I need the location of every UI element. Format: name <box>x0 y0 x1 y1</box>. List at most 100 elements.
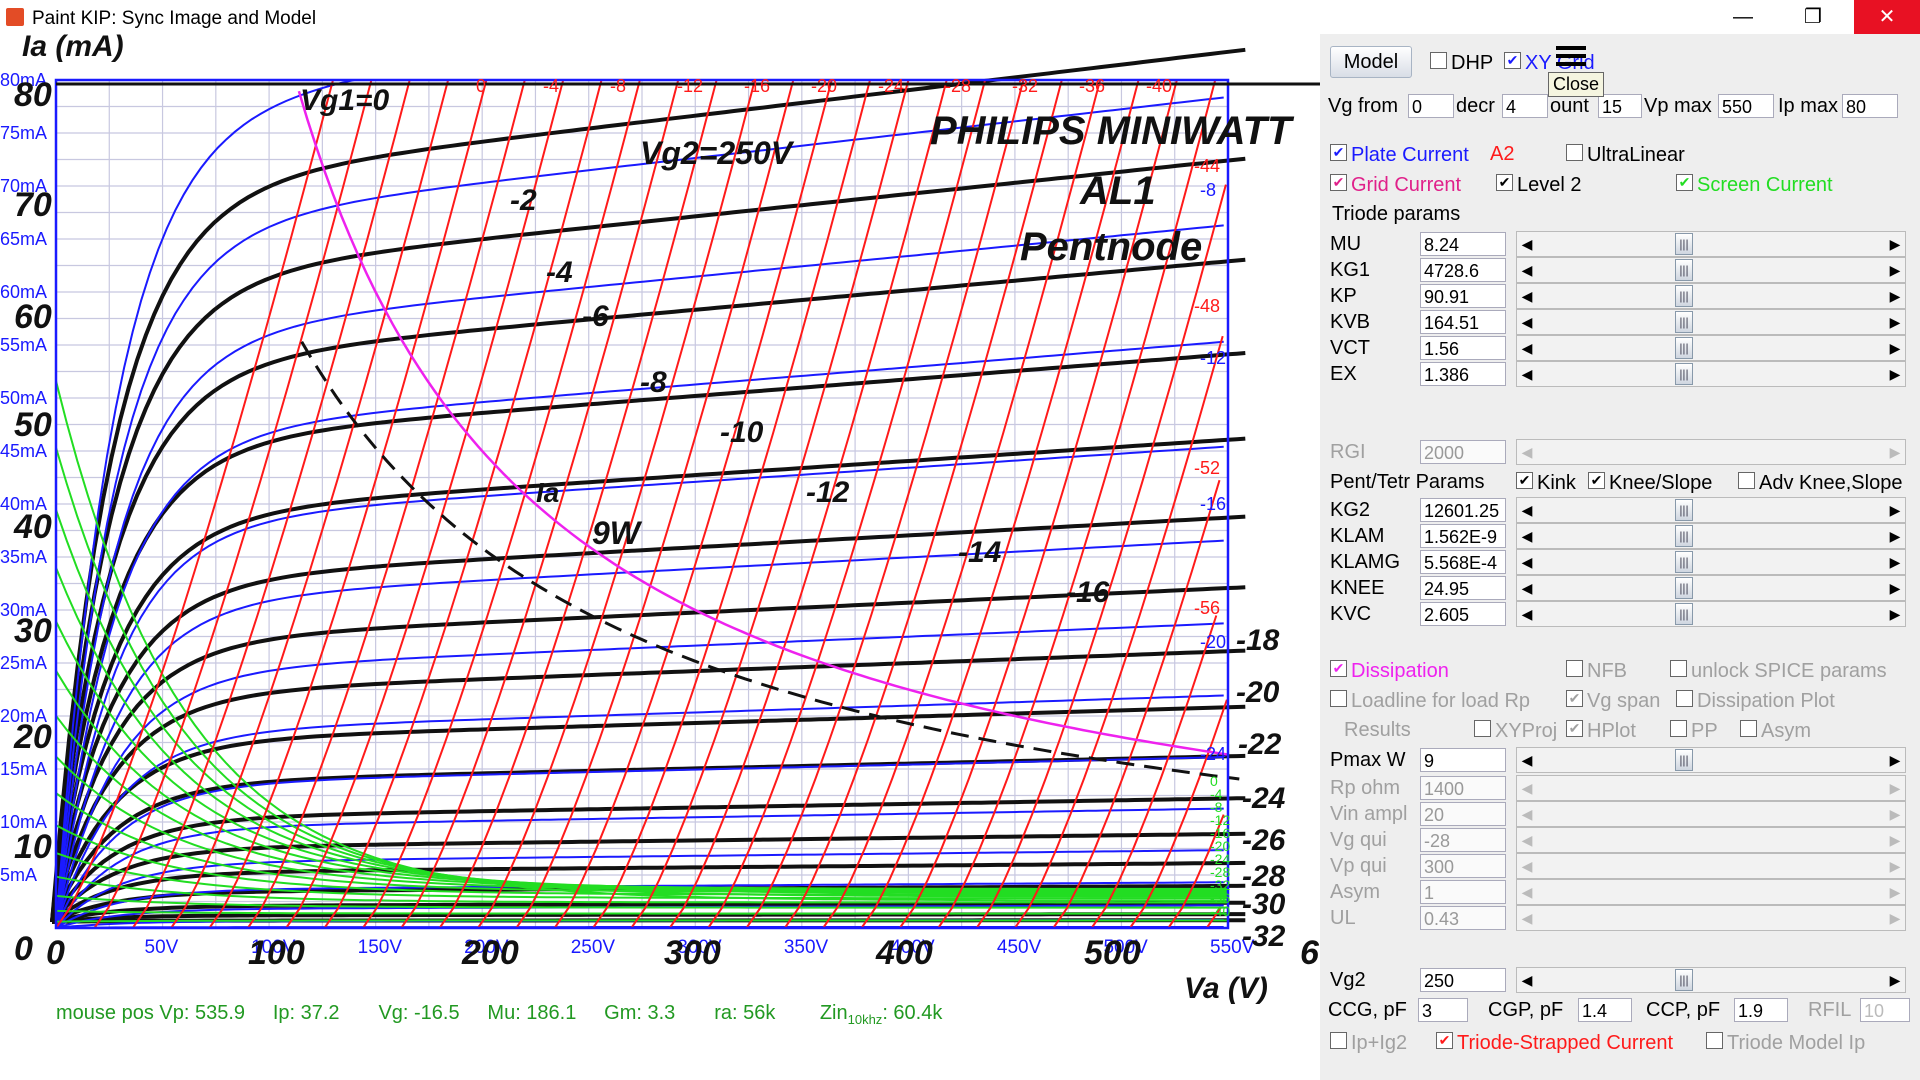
slider-thumb[interactable]: ||| <box>1675 285 1693 307</box>
hplot-checkbox[interactable]: ✔ HPlot <box>1566 716 1636 744</box>
unlock-spice-checkbox[interactable]: unlock SPICE params <box>1670 656 1887 684</box>
slider-right-arrow-icon[interactable]: ▶ <box>1885 498 1905 522</box>
ip-ig2-checkbox[interactable]: Ip+Ig2 <box>1330 1028 1407 1056</box>
asym-check-box[interactable] <box>1740 720 1757 738</box>
slider-right-arrow-icon[interactable]: ▶ <box>1885 362 1905 386</box>
slider-thumb[interactable]: ||| <box>1675 363 1693 385</box>
param-slider[interactable]: ◀ ||| ▶ <box>1516 257 1906 283</box>
param-value-field[interactable]: 1.562E-9 <box>1420 524 1506 548</box>
xyproj-check-box[interactable] <box>1474 720 1491 738</box>
vg-from-field[interactable]: 0 <box>1408 94 1454 118</box>
dissipation-checkbox[interactable]: ✔ Dissipation <box>1330 656 1449 684</box>
grid-current-checkbox[interactable]: ✔ Grid Current <box>1330 170 1461 198</box>
dissipation-check-box[interactable]: ✔ <box>1330 660 1347 678</box>
param-value-field[interactable]: 164.51 <box>1420 310 1506 334</box>
slider-thumb[interactable]: ||| <box>1675 525 1693 547</box>
slider-right-arrow-icon[interactable]: ▶ <box>1885 524 1905 548</box>
hamburger-menu-icon[interactable] <box>1556 42 1586 70</box>
slider-left-arrow-icon[interactable]: ◀ <box>1517 576 1537 600</box>
nfb-check-box[interactable] <box>1566 660 1583 678</box>
param-slider[interactable]: ◀ ||| ▶ <box>1516 309 1906 335</box>
pmax-slider-thumb[interactable]: ||| <box>1675 749 1693 771</box>
param-slider[interactable]: ◀ ||| ▶ <box>1516 283 1906 309</box>
pmax-left-arrow-icon[interactable]: ◀ <box>1517 748 1537 772</box>
nfb-checkbox[interactable]: NFB <box>1566 656 1627 684</box>
kink-check-box[interactable]: ✔ <box>1516 472 1533 490</box>
plot-canvas[interactable]: 5mA 10mA 15mA 20mA 25mA 30mA 35mA 40mA 45mA 50mA 5… <box>0 34 1320 1080</box>
count-field[interactable]: 15 <box>1598 94 1642 118</box>
dissipation-plot-check-box[interactable] <box>1676 690 1693 708</box>
vg2-right-arrow-icon[interactable]: ▶ <box>1885 968 1905 992</box>
ip-max-field[interactable]: 80 <box>1842 94 1898 118</box>
ultralinear-check-box[interactable] <box>1566 144 1583 162</box>
minimize-button[interactable]: — <box>1714 0 1772 34</box>
close-window-button[interactable]: ✕ <box>1854 0 1920 34</box>
slider-left-arrow-icon[interactable]: ◀ <box>1517 336 1537 360</box>
plate-current-checkbox[interactable]: ✔ Plate Current <box>1330 140 1469 168</box>
param-value-field[interactable]: 24.95 <box>1420 576 1506 600</box>
slider-thumb[interactable]: ||| <box>1675 337 1693 359</box>
slider-left-arrow-icon[interactable]: ◀ <box>1517 310 1537 334</box>
slider-left-arrow-icon[interactable]: ◀ <box>1517 362 1537 386</box>
param-slider[interactable]: ◀ ||| ▶ <box>1516 335 1906 361</box>
model-button[interactable]: Model <box>1330 46 1412 78</box>
slider-left-arrow-icon[interactable]: ◀ <box>1517 284 1537 308</box>
slider-thumb[interactable]: ||| <box>1675 499 1693 521</box>
triode-strapped-check-box[interactable]: ✔ <box>1436 1032 1453 1050</box>
level2-check-box[interactable]: ✔ <box>1496 174 1513 192</box>
param-slider[interactable]: ◀ ||| ▶ <box>1516 231 1906 257</box>
param-slider[interactable]: ◀ ||| ▶ <box>1516 575 1906 601</box>
slider-thumb[interactable]: ||| <box>1675 603 1693 625</box>
slider-right-arrow-icon[interactable]: ▶ <box>1885 336 1905 360</box>
slider-thumb[interactable]: ||| <box>1675 259 1693 281</box>
param-slider[interactable]: ◀ ||| ▶ <box>1516 549 1906 575</box>
hplot-check-box[interactable]: ✔ <box>1566 720 1583 738</box>
pp-check-box[interactable] <box>1670 720 1687 738</box>
slider-right-arrow-icon[interactable]: ▶ <box>1885 258 1905 282</box>
loadline-check-box[interactable] <box>1330 690 1347 708</box>
dissipation-plot-checkbox[interactable]: Dissipation Plot <box>1676 686 1835 714</box>
grid-current-check-box[interactable]: ✔ <box>1330 174 1347 192</box>
unlock-spice-check-box[interactable] <box>1670 660 1687 678</box>
asym-checkbox[interactable]: Asym <box>1740 716 1811 744</box>
ultralinear-checkbox[interactable]: UltraLinear <box>1566 140 1685 168</box>
knee-slope-checkbox[interactable]: ✔ Knee/Slope <box>1588 468 1712 496</box>
xy-grid-check-box[interactable]: ✔ <box>1504 52 1521 70</box>
param-slider[interactable]: ◀ ||| ▶ <box>1516 601 1906 627</box>
param-value-field[interactable]: 8.24 <box>1420 232 1506 256</box>
vg-span-check-box[interactable]: ✔ <box>1566 690 1583 708</box>
decr-field[interactable]: 4 <box>1502 94 1548 118</box>
param-value-field[interactable]: 5.568E-4 <box>1420 550 1506 574</box>
param-value-field[interactable]: 90.91 <box>1420 284 1506 308</box>
slider-left-arrow-icon[interactable]: ◀ <box>1517 258 1537 282</box>
dhp-checkbox[interactable]: DHP <box>1430 48 1493 76</box>
ip-ig2-check-box[interactable] <box>1330 1032 1347 1050</box>
vg-span-checkbox[interactable]: ✔ Vg span <box>1566 686 1660 714</box>
slider-left-arrow-icon[interactable]: ◀ <box>1517 524 1537 548</box>
xyproj-checkbox[interactable]: XYProj <box>1474 716 1557 744</box>
pmax-slider[interactable]: ◀ ||| ▶ <box>1516 747 1906 773</box>
maximize-button[interactable]: ❐ <box>1784 0 1842 34</box>
vg2-field[interactable]: 250 <box>1420 968 1506 992</box>
triode-model-ip-check-box[interactable] <box>1706 1032 1723 1050</box>
param-value-field[interactable]: 2.605 <box>1420 602 1506 626</box>
plate-current-check-box[interactable]: ✔ <box>1330 144 1347 162</box>
pmax-right-arrow-icon[interactable]: ▶ <box>1885 748 1905 772</box>
adv-knee-checkbox[interactable]: Adv Knee,Slope <box>1738 468 1902 496</box>
triode-strapped-checkbox[interactable]: ✔ Triode-Strapped Current <box>1436 1028 1673 1056</box>
dhp-check-box[interactable] <box>1430 52 1447 70</box>
param-value-field[interactable]: 1.56 <box>1420 336 1506 360</box>
slider-right-arrow-icon[interactable]: ▶ <box>1885 576 1905 600</box>
ccg-field[interactable]: 3 <box>1418 998 1468 1022</box>
param-value-field[interactable]: 4728.6 <box>1420 258 1506 282</box>
kink-checkbox[interactable]: ✔ Kink <box>1516 468 1576 496</box>
vg2-left-arrow-icon[interactable]: ◀ <box>1517 968 1537 992</box>
pmax-field[interactable]: 9 <box>1420 748 1506 772</box>
slider-thumb[interactable]: ||| <box>1675 311 1693 333</box>
cgp-field[interactable]: 1.4 <box>1578 998 1632 1022</box>
slider-right-arrow-icon[interactable]: ▶ <box>1885 310 1905 334</box>
slider-left-arrow-icon[interactable]: ◀ <box>1517 232 1537 256</box>
slider-right-arrow-icon[interactable]: ▶ <box>1885 232 1905 256</box>
loadline-checkbox[interactable]: Loadline for load Rp <box>1330 686 1530 714</box>
slider-right-arrow-icon[interactable]: ▶ <box>1885 602 1905 626</box>
